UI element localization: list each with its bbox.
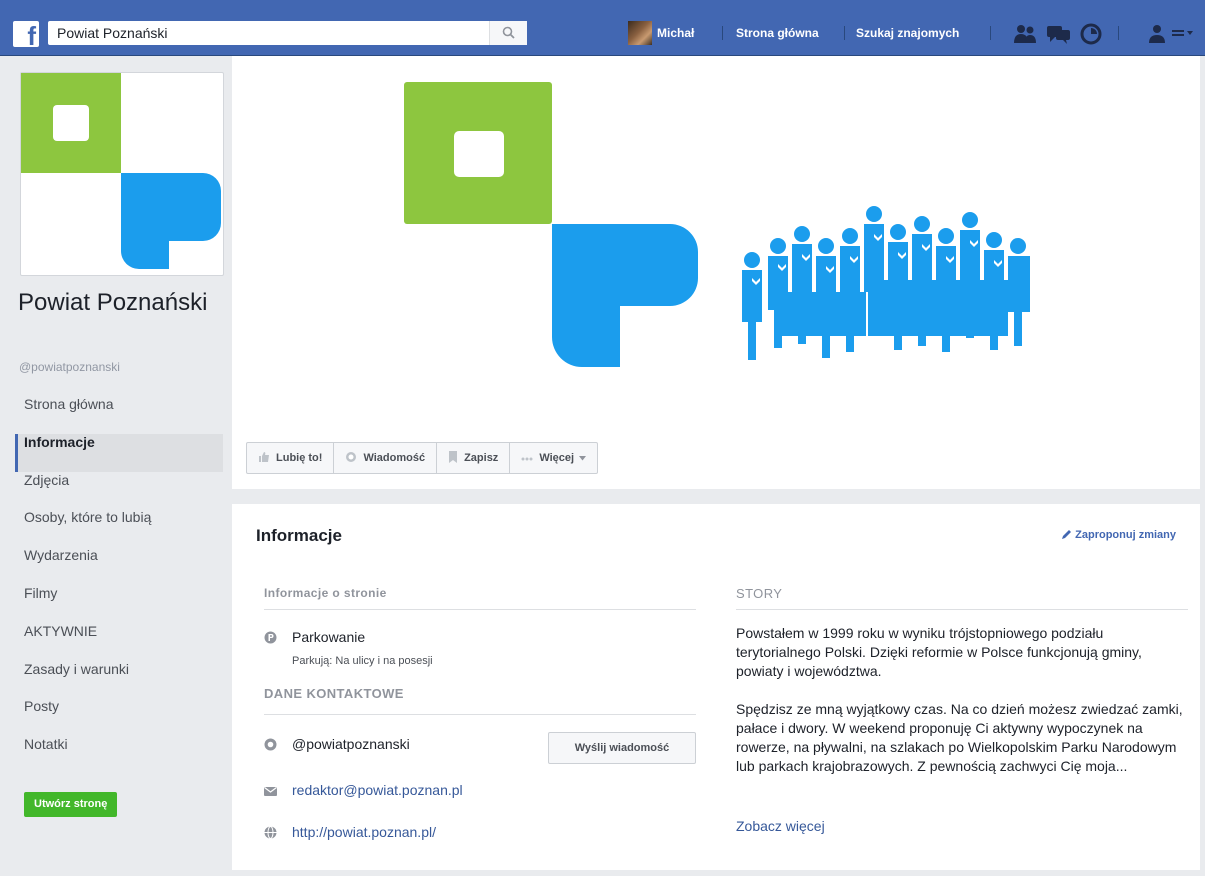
friend-requests-icon[interactable] bbox=[1013, 23, 1039, 45]
user-profile-link[interactable]: Michał bbox=[628, 21, 694, 45]
user-avatar bbox=[628, 21, 652, 45]
notifications-icon[interactable] bbox=[1080, 23, 1102, 45]
divider bbox=[736, 609, 1188, 610]
about-title: Informacje bbox=[256, 526, 342, 545]
contact-heading: DANE KONTAKTOWE bbox=[264, 686, 404, 701]
more-dots-icon bbox=[521, 452, 533, 464]
story-paragraph-1: Powstałem w 1999 roku w wyniku trójstopn… bbox=[736, 625, 1142, 679]
sidebar-item-events[interactable]: Wydarzenia bbox=[15, 547, 223, 585]
sidebar-item-about[interactable]: Informacje bbox=[15, 433, 223, 472]
more-label: Więcej bbox=[539, 452, 575, 464]
messenger-icon bbox=[264, 738, 277, 751]
messenger-icon bbox=[345, 451, 357, 466]
sidebar-item-home[interactable]: Strona główna bbox=[15, 396, 223, 434]
parking-value: Parkują: Na ulicy i na posesji bbox=[292, 655, 433, 667]
suggest-edits-label: Zaproponuj zmiany bbox=[1075, 529, 1176, 541]
sidebar-item-notes[interactable]: Notatki bbox=[15, 736, 223, 774]
suggest-edits-link[interactable]: Zaproponuj zmiany bbox=[1062, 529, 1176, 541]
thumbs-up-icon bbox=[258, 451, 270, 466]
search-button[interactable] bbox=[489, 21, 527, 45]
cover-section: Lubię to! Wiadomość Zapisz Więcej bbox=[232, 56, 1200, 489]
sidebar-item-likes[interactable]: Osoby, które to lubią bbox=[15, 509, 223, 547]
bookmark-icon bbox=[448, 450, 458, 466]
cover-photo[interactable] bbox=[232, 56, 1200, 432]
parking-icon bbox=[264, 631, 277, 644]
globe-icon bbox=[264, 826, 277, 839]
website-link[interactable]: http://powiat.poznan.pl/ bbox=[292, 824, 436, 840]
divider bbox=[264, 714, 696, 715]
find-friends-link[interactable]: Szukaj znajomych bbox=[856, 26, 959, 40]
sidebar-item-videos[interactable]: Filmy bbox=[15, 585, 223, 623]
search-box bbox=[48, 21, 527, 45]
more-button[interactable]: Więcej bbox=[510, 443, 597, 473]
search-icon bbox=[502, 26, 515, 39]
page-action-bar: Lubię to! Wiadomość Zapisz Więcej bbox=[246, 442, 599, 474]
sidebar-item-terms[interactable]: Zasady i warunki bbox=[15, 661, 223, 699]
powiat-logo-icon bbox=[21, 73, 221, 269]
send-message-button[interactable]: Wyślij wiadomość bbox=[548, 732, 696, 764]
parking-label: Parkowanie bbox=[292, 629, 366, 645]
like-button[interactable]: Lubię to! bbox=[247, 443, 335, 473]
user-name: Michał bbox=[657, 26, 695, 40]
search-input[interactable] bbox=[48, 21, 488, 45]
chevron-down-icon bbox=[579, 452, 587, 464]
account-menu-icon[interactable] bbox=[1172, 28, 1194, 40]
create-page-button[interactable]: Utwórz stronę bbox=[24, 792, 118, 817]
messenger-handle: @powiatpoznanski bbox=[292, 736, 410, 752]
sidebar-item-photos[interactable]: Zdjęcia bbox=[15, 472, 223, 510]
page-info-heading: Informacje o stronie bbox=[264, 586, 387, 600]
divider bbox=[722, 26, 723, 40]
like-label: Lubię to! bbox=[276, 452, 323, 464]
top-navigation-bar: f Michał Strona główna Szukaj znajomych bbox=[0, 0, 1205, 56]
story-paragraph-2: Spędzisz ze mną wyjątkowy czas. Na co dz… bbox=[736, 701, 1183, 774]
see-more-link[interactable]: Zobacz więcej bbox=[736, 818, 825, 834]
message-button[interactable]: Wiadomość bbox=[334, 443, 438, 473]
about-panel: Informacje Zaproponuj zmiany Informacje … bbox=[232, 504, 1200, 870]
messages-icon[interactable] bbox=[1046, 23, 1072, 45]
page-name: Powiat Poznański bbox=[18, 289, 208, 316]
email-link[interactable]: redaktor@powiat.poznan.pl bbox=[292, 782, 463, 798]
email-icon bbox=[264, 787, 277, 796]
divider bbox=[264, 609, 696, 610]
page-sidebar: Powiat Poznański @powiatpoznanski Strona… bbox=[8, 56, 232, 876]
sidebar-item-posts[interactable]: Posty bbox=[15, 698, 223, 736]
save-button[interactable]: Zapisz bbox=[437, 443, 511, 473]
story-heading: STORY bbox=[736, 586, 783, 601]
help-icon[interactable] bbox=[1147, 23, 1167, 45]
home-link[interactable]: Strona główna bbox=[736, 26, 819, 40]
message-label: Wiadomość bbox=[363, 452, 426, 464]
facebook-logo-icon[interactable]: f bbox=[13, 21, 39, 47]
divider bbox=[990, 26, 991, 40]
page-handle: @powiatpoznanski bbox=[19, 360, 120, 374]
divider bbox=[1118, 26, 1119, 40]
page-profile-picture[interactable] bbox=[20, 72, 224, 276]
sidebar-item-active[interactable]: AKTYWNIE bbox=[15, 623, 223, 661]
divider bbox=[844, 26, 845, 40]
save-label: Zapisz bbox=[464, 452, 499, 464]
pencil-icon bbox=[1062, 530, 1072, 539]
page-navigation: Strona główna Informacje Zdjęcia Osoby, … bbox=[15, 396, 223, 774]
story-text: Powstałem w 1999 roku w wyniku trójstopn… bbox=[736, 624, 1188, 776]
